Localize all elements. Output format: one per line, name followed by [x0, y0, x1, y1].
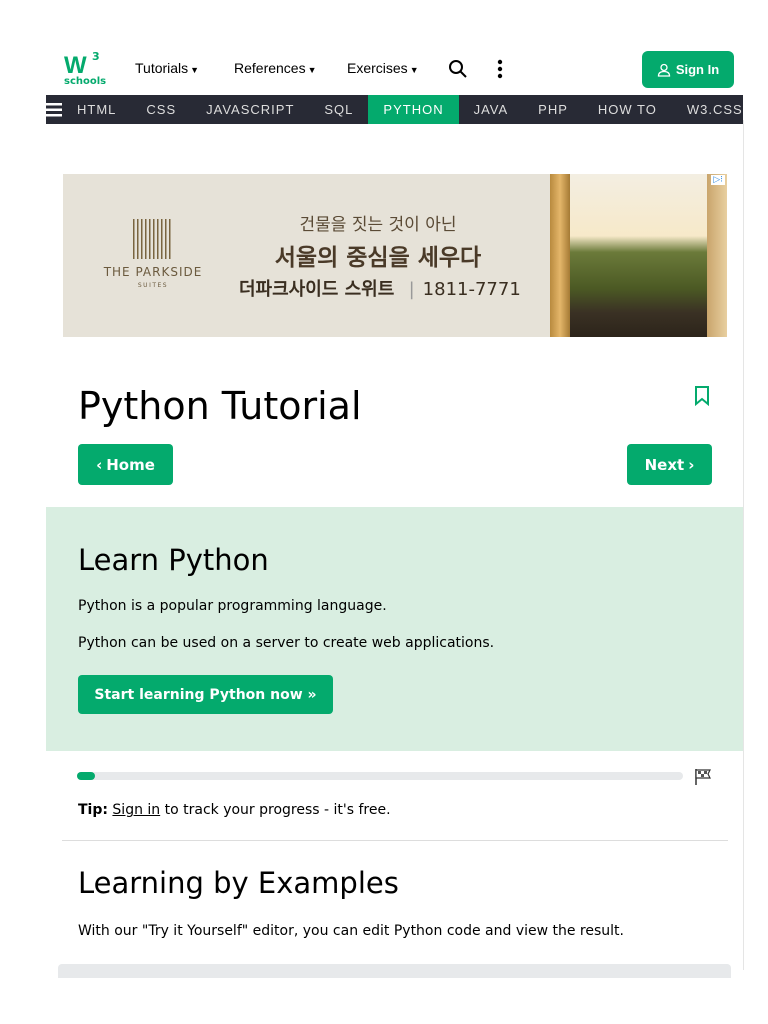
divider [62, 840, 728, 841]
tip-rest: to track your progress - it's free. [160, 802, 391, 818]
ad-name: 더파크사이드 스위트 [239, 279, 395, 300]
progress-bar [77, 772, 683, 780]
learn-heading: Learn Python [78, 543, 269, 577]
ad-brand-sub: SUITES [137, 282, 169, 289]
flag-icon [694, 768, 712, 790]
home-label: Home [106, 455, 155, 474]
caret-down-icon: ▼ [190, 65, 200, 75]
tip-label: Tip: [78, 802, 108, 818]
nav-javascript[interactable]: JAVASCRIPT [191, 95, 309, 124]
nav-how-to[interactable]: HOW TO [583, 95, 672, 124]
menu-label: Tutorials [135, 60, 189, 76]
ad-line-3: 더파크사이드 스위트 | 1811-7771 [239, 275, 521, 301]
home-button[interactable]: ‹ Home [78, 444, 173, 485]
nav-java[interactable]: JAVA [459, 95, 524, 124]
ad-photo [550, 174, 727, 337]
next-button[interactable]: Next › [627, 444, 712, 485]
examples-heading: Learning by Examples [78, 866, 399, 900]
ad-phone: 1811-7771 [422, 279, 521, 300]
ad-choices-icon[interactable]: ▷⁝ [711, 175, 725, 185]
bookmark-icon[interactable] [694, 386, 710, 410]
menu-label: References [234, 60, 306, 76]
page-border [743, 120, 744, 970]
w3schools-logo[interactable]: W 3 schools [64, 50, 107, 88]
menu-icon[interactable] [46, 102, 62, 117]
nav-w3css[interactable]: W3.CSS [672, 95, 743, 124]
exercises-menu[interactable]: Exercises ▼ [347, 60, 419, 76]
topic-nav: HTML CSS JAVASCRIPT SQL PYTHON JAVA PHP … [46, 95, 743, 124]
ad-brand-mark [133, 219, 173, 259]
example-box [58, 964, 731, 978]
tutorials-menu[interactable]: Tutorials ▼ [135, 60, 199, 76]
chevron-right-icon: › [688, 455, 695, 474]
caret-down-icon: ▼ [307, 65, 317, 75]
user-icon [657, 63, 670, 77]
learn-paragraph-2: Python can be used on a server to create… [78, 635, 495, 651]
ad-brand-name: THE PARKSIDE [103, 265, 203, 279]
nav-html[interactable]: HTML [62, 95, 131, 124]
start-learning-button[interactable]: Start learning Python now » [78, 675, 333, 714]
advertisement-banner[interactable]: THE PARKSIDE SUITES 건물을 짓는 것이 아닌 서울의 중심을… [63, 174, 727, 337]
tip-text: Tip: Sign in to track your progress - it… [78, 802, 391, 818]
logo-text: schools [64, 76, 107, 87]
nav-python[interactable]: PYTHON [368, 95, 459, 124]
caret-down-icon: ▼ [409, 65, 419, 75]
page-title: Python Tutorial [78, 384, 362, 428]
ad-separator: | [408, 279, 415, 300]
sign-in-label: Sign In [675, 62, 720, 77]
more-options-icon[interactable] [496, 59, 504, 83]
sign-in-link[interactable]: Sign in [112, 802, 160, 818]
menu-label: Exercises [347, 60, 408, 76]
next-label: Next [644, 455, 685, 474]
chevron-left-icon: ‹ [96, 455, 103, 474]
search-icon[interactable] [448, 59, 468, 83]
nav-php[interactable]: PHP [523, 95, 583, 124]
learn-python-section: Learn Python Python is a popular program… [46, 507, 743, 751]
progress-fill [77, 772, 96, 780]
ad-brand-logo: THE PARKSIDE SUITES [93, 219, 213, 289]
ad-line-1: 건물을 짓는 것이 아닌 [299, 215, 457, 235]
references-menu[interactable]: References ▼ [234, 60, 317, 76]
nav-css[interactable]: CSS [131, 95, 191, 124]
nav-sql[interactable]: SQL [309, 95, 368, 124]
learn-paragraph-1: Python is a popular programming language… [78, 598, 387, 614]
logo-superscript: 3 [92, 50, 100, 63]
examples-text: With our "Try it Yourself" editor, you c… [78, 923, 624, 939]
ad-line-2: 서울의 중심을 세우다 [274, 245, 482, 271]
top-bar: W 3 schools Tutorials ▼ References ▼ Exerc… [46, 44, 743, 95]
sign-in-button[interactable]: Sign In [642, 51, 734, 88]
